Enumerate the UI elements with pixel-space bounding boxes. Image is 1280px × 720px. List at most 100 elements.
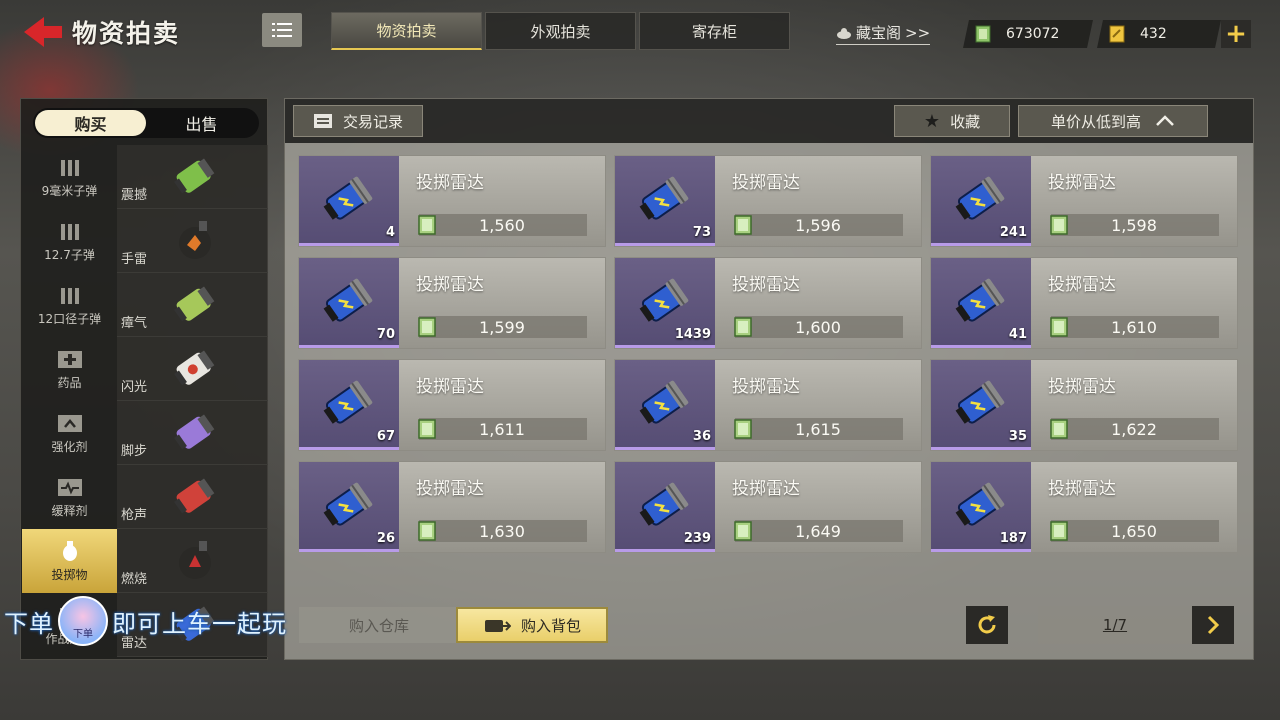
- bullets-icon: [60, 159, 79, 176]
- back-button[interactable]: [22, 14, 66, 50]
- item-quantity: 4: [385, 225, 395, 240]
- cash-icon: [734, 521, 752, 541]
- frag-grenade-icon: [179, 221, 211, 259]
- item-price-bar: 1,649: [734, 520, 903, 542]
- subcategory-flash[interactable]: 闪光: [117, 337, 268, 401]
- category-throwables[interactable]: 投掷物: [22, 529, 117, 593]
- item-price-bar: 1,650: [1050, 520, 1219, 542]
- favorites-label: 收藏: [950, 112, 981, 131]
- item-card[interactable]: 35 投掷雷达 1,622: [930, 359, 1238, 451]
- cash-icon: [1050, 215, 1068, 235]
- item-price-bar: 1,599: [418, 316, 587, 338]
- item-card[interactable]: 36 投掷雷达 1,615: [614, 359, 922, 451]
- item-thumbnail: 67: [299, 360, 399, 450]
- item-card[interactable]: 70 投掷雷达 1,599: [298, 257, 606, 349]
- item-price-bar: 1,622: [1050, 418, 1219, 440]
- trade-records-button[interactable]: 交易记录: [293, 105, 423, 137]
- subcategory-footsteps[interactable]: 脚步: [117, 401, 268, 465]
- promo-text-right: 即可上车一起玩: [112, 609, 287, 638]
- item-thumbnail: 187: [931, 462, 1031, 552]
- refresh-icon: [978, 615, 996, 634]
- item-quantity: 26: [376, 531, 395, 546]
- incendiary-grenade-icon: [179, 541, 211, 579]
- tab-storage-locker[interactable]: 寄存柜: [639, 12, 790, 50]
- tab-appearance-auction[interactable]: 外观拍卖: [485, 12, 636, 50]
- item-quantity: 41: [1008, 327, 1027, 342]
- radar-grenade-icon: [323, 482, 373, 526]
- item-price-bar: 1,598: [1050, 214, 1219, 236]
- subcategory-label: 瘴气: [121, 316, 148, 331]
- category-panel: 购买 出售 9毫米子弹 12.7子弹 12口径子弹 药品 强化剂 缓释剂 投掷物…: [20, 98, 268, 660]
- double-chevron-icon: >>: [905, 23, 931, 42]
- item-name: 投掷雷达: [1048, 377, 1116, 397]
- back-arrow-icon: [24, 17, 62, 47]
- cash-icon: [418, 317, 436, 337]
- item-price: 1,622: [1111, 419, 1157, 439]
- radar-grenade-icon: [323, 380, 373, 424]
- coupon-icon: [1109, 25, 1125, 43]
- item-quantity: 239: [683, 531, 711, 546]
- sort-button[interactable]: 单价从低到高: [1018, 105, 1208, 137]
- item-thumbnail: 70: [299, 258, 399, 348]
- promo-overlay: 下单 下单 即可上车一起玩: [4, 596, 287, 646]
- bullets-icon: [60, 287, 79, 304]
- item-card[interactable]: 67 投掷雷达 1,611: [298, 359, 606, 451]
- next-page-button[interactable]: [1192, 606, 1234, 644]
- category-9mm[interactable]: 9毫米子弹: [22, 145, 117, 209]
- item-card[interactable]: 4 投掷雷达 1,560: [298, 155, 606, 247]
- subcategory-frag[interactable]: 手雷: [117, 209, 268, 273]
- buy-to-warehouse-button[interactable]: 购入仓库: [299, 607, 459, 643]
- radar-grenade-icon: [639, 278, 689, 322]
- tab-sell[interactable]: 出售: [146, 110, 257, 136]
- category-12-gauge[interactable]: 12口径子弹: [22, 273, 117, 337]
- buy-to-backpack-button[interactable]: 购入背包: [456, 607, 608, 643]
- category-label: 药品: [57, 375, 82, 390]
- subcategory-gunshot[interactable]: 枪声: [117, 465, 268, 529]
- add-currency-button[interactable]: +: [1221, 19, 1251, 49]
- backpack-icon: [484, 620, 511, 632]
- favorites-button[interactable]: ★ 收藏: [894, 105, 1010, 137]
- category-enhancer[interactable]: 强化剂: [22, 401, 117, 465]
- item-name: 投掷雷达: [1048, 275, 1116, 295]
- tab-material-auction[interactable]: 物资拍卖: [331, 12, 482, 50]
- cash-icon: [1050, 317, 1068, 337]
- item-card[interactable]: 1439 投掷雷达 1,600: [614, 257, 922, 349]
- refresh-button[interactable]: [966, 606, 1008, 644]
- item-name: 投掷雷达: [416, 377, 484, 397]
- category-12-7mm[interactable]: 12.7子弹: [22, 209, 117, 273]
- subcategory-stun[interactable]: 震撼: [117, 145, 268, 209]
- cash-icon: [1050, 419, 1068, 439]
- item-price: 1,599: [479, 317, 525, 337]
- tab-buy[interactable]: 购买: [35, 110, 146, 136]
- item-card[interactable]: 239 投掷雷达 1,649: [614, 461, 922, 553]
- item-name: 投掷雷达: [732, 173, 800, 193]
- subcategory-incendiary[interactable]: 燃烧: [117, 529, 268, 593]
- item-quantity: 187: [999, 531, 1027, 546]
- item-price: 1,650: [1111, 521, 1157, 541]
- bullets-icon: [60, 223, 79, 240]
- subcategory-list: 震撼 手雷 瘴气 闪光 脚步 枪声 燃烧 雷达: [117, 145, 268, 657]
- item-quantity: 35: [1008, 429, 1027, 444]
- treasure-pavilion-link[interactable]: 藏宝阁 >>: [836, 22, 931, 45]
- item-card[interactable]: 187 投掷雷达 1,650: [930, 461, 1238, 553]
- item-quantity: 73: [692, 225, 711, 240]
- item-card[interactable]: 26 投掷雷达 1,630: [298, 461, 606, 553]
- menu-button[interactable]: [262, 13, 302, 47]
- category-label: 缓释剂: [51, 503, 88, 518]
- category-slow-release[interactable]: 缓释剂: [22, 465, 117, 529]
- cash-icon: [734, 419, 752, 439]
- item-card[interactable]: 41 投掷雷达 1,610: [930, 257, 1238, 349]
- top-tabs: 物资拍卖 外观拍卖 寄存柜: [331, 12, 790, 50]
- item-card[interactable]: 241 投掷雷达 1,598: [930, 155, 1238, 247]
- currency-cash: 673072: [963, 20, 1093, 48]
- item-price: 1,560: [479, 215, 525, 235]
- subcategory-label: 枪声: [121, 508, 148, 523]
- subcategory-miasma[interactable]: 瘴气: [117, 273, 268, 337]
- cash-icon: [418, 419, 436, 439]
- grenade-icon: [62, 540, 77, 561]
- category-medicine[interactable]: 药品: [22, 337, 117, 401]
- cash-icon: [734, 215, 752, 235]
- item-card[interactable]: 73 投掷雷达 1,596: [614, 155, 922, 247]
- cash-icon: [418, 521, 436, 541]
- chevron-right-icon: [1207, 615, 1220, 635]
